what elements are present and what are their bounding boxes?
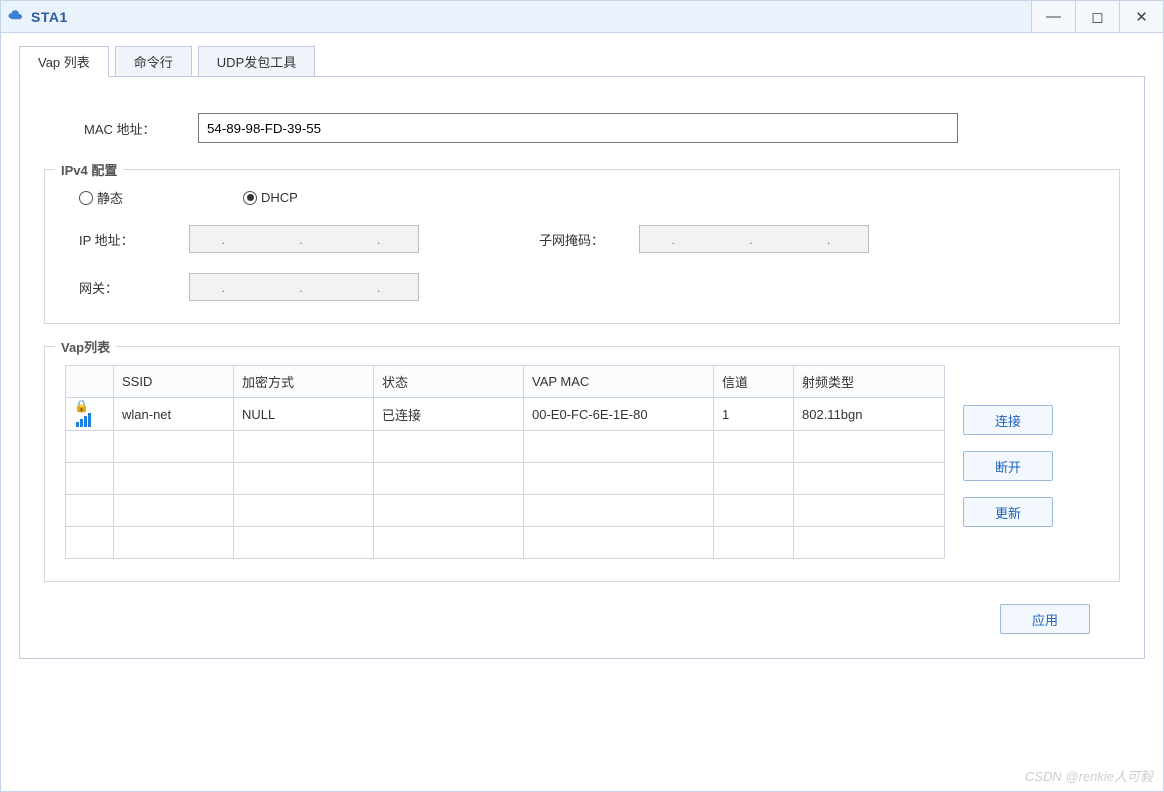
radio-dhcp-circle (243, 191, 257, 205)
titlebar: STA1 — ◻ ✕ (1, 1, 1163, 33)
connect-button[interactable]: 连接 (963, 405, 1053, 435)
cell-ssid: wlan-net (114, 398, 234, 431)
vap-body: SSID 加密方式 状态 VAP MAC 信道 射频类型 🔒 wlan-netNU… (65, 365, 1099, 559)
vap-list-section: Vap列表 SSID 加密方式 状态 VAP MAC 信道 射频类型 (44, 346, 1120, 582)
subnet-mask-label: 子网掩码： (539, 230, 639, 249)
gateway-label: 网关： (79, 278, 189, 297)
ip-address-label: IP 地址： (79, 230, 189, 249)
col-status: 状态 (374, 366, 524, 398)
tab-cli[interactable]: 命令行 (115, 46, 192, 77)
vap-list-legend: Vap列表 (55, 337, 116, 356)
maximize-button[interactable]: ◻ (1075, 1, 1119, 32)
close-button[interactable]: ✕ (1119, 1, 1163, 32)
tab-bar: Vap 列表 命令行 UDP发包工具 (19, 45, 1145, 76)
vap-table-body: 🔒 wlan-netNULL已连接00-E0-FC-6E-1E-801802.11… (66, 398, 945, 559)
cell-status: 已连接 (374, 398, 524, 431)
tab-udp-tool[interactable]: UDP发包工具 (198, 46, 315, 77)
disconnect-button[interactable]: 断开 (963, 451, 1053, 481)
table-row[interactable] (66, 527, 945, 559)
minimize-button[interactable]: — (1031, 1, 1075, 32)
app-window: STA1 — ◻ ✕ Vap 列表 命令行 UDP发包工具 MAC 地址： IP… (0, 0, 1164, 792)
window-title: STA1 (31, 9, 68, 25)
row-icon-cell: 🔒 (66, 398, 114, 431)
ip-grid: IP 地址： 子网掩码： 网关： (73, 225, 1091, 301)
mac-row: MAC 地址： (44, 95, 1120, 169)
ipv4-mode-radios: 静态 DHCP (73, 188, 1091, 207)
mac-input[interactable] (198, 113, 958, 143)
ipv4-legend: IPv4 配置 (55, 160, 123, 179)
vap-table: SSID 加密方式 状态 VAP MAC 信道 射频类型 🔒 wlan-netNU… (65, 365, 945, 559)
vap-table-head: SSID 加密方式 状态 VAP MAC 信道 射频类型 (66, 366, 945, 398)
vap-side-buttons: 连接 断开 更新 (963, 405, 1053, 527)
ipv4-fieldset: IPv4 配置 静态 DHCP IP 地址： 子网掩码： (44, 169, 1120, 324)
col-rf: 射频类型 (794, 366, 945, 398)
radio-dhcp[interactable]: DHCP (243, 190, 298, 205)
col-ssid: SSID (114, 366, 234, 398)
radio-dhcp-label: DHCP (261, 190, 298, 205)
cell-rf: 802.11bgn (794, 398, 945, 431)
cell-enc: NULL (234, 398, 374, 431)
radio-static[interactable]: 静态 (79, 188, 123, 207)
window-body: Vap 列表 命令行 UDP发包工具 MAC 地址： IPv4 配置 静态 (1, 33, 1163, 677)
table-row[interactable] (66, 495, 945, 527)
radio-static-circle (79, 191, 93, 205)
lock-icon: 🔒 (74, 399, 89, 413)
refresh-button[interactable]: 更新 (963, 497, 1053, 527)
table-row[interactable]: 🔒 wlan-netNULL已连接00-E0-FC-6E-1E-801802.11… (66, 398, 945, 431)
main-panel: MAC 地址： IPv4 配置 静态 DHCP IP 地 (19, 76, 1145, 659)
cell-mac: 00-E0-FC-6E-1E-80 (524, 398, 714, 431)
radio-static-label: 静态 (97, 188, 123, 207)
table-row[interactable] (66, 463, 945, 495)
cell-channel: 1 (714, 398, 794, 431)
mac-label: MAC 地址： (84, 119, 174, 138)
gateway-input[interactable] (189, 273, 419, 301)
tab-vap-list[interactable]: Vap 列表 (19, 46, 109, 77)
titlebar-left: STA1 (7, 8, 68, 26)
col-vap-mac: VAP MAC (524, 366, 714, 398)
watermark: CSDN @renkie人可毅 (1025, 766, 1153, 785)
signal-icon (76, 413, 91, 427)
col-enc: 加密方式 (234, 366, 374, 398)
col-icon (66, 366, 114, 398)
col-channel: 信道 (714, 366, 794, 398)
ip-address-input[interactable] (189, 225, 419, 253)
apply-button[interactable]: 应用 (1000, 604, 1090, 634)
apply-row: 应用 (44, 582, 1120, 634)
subnet-mask-input[interactable] (639, 225, 869, 253)
window-buttons: — ◻ ✕ (1031, 1, 1163, 32)
app-icon (7, 8, 25, 26)
table-row[interactable] (66, 431, 945, 463)
